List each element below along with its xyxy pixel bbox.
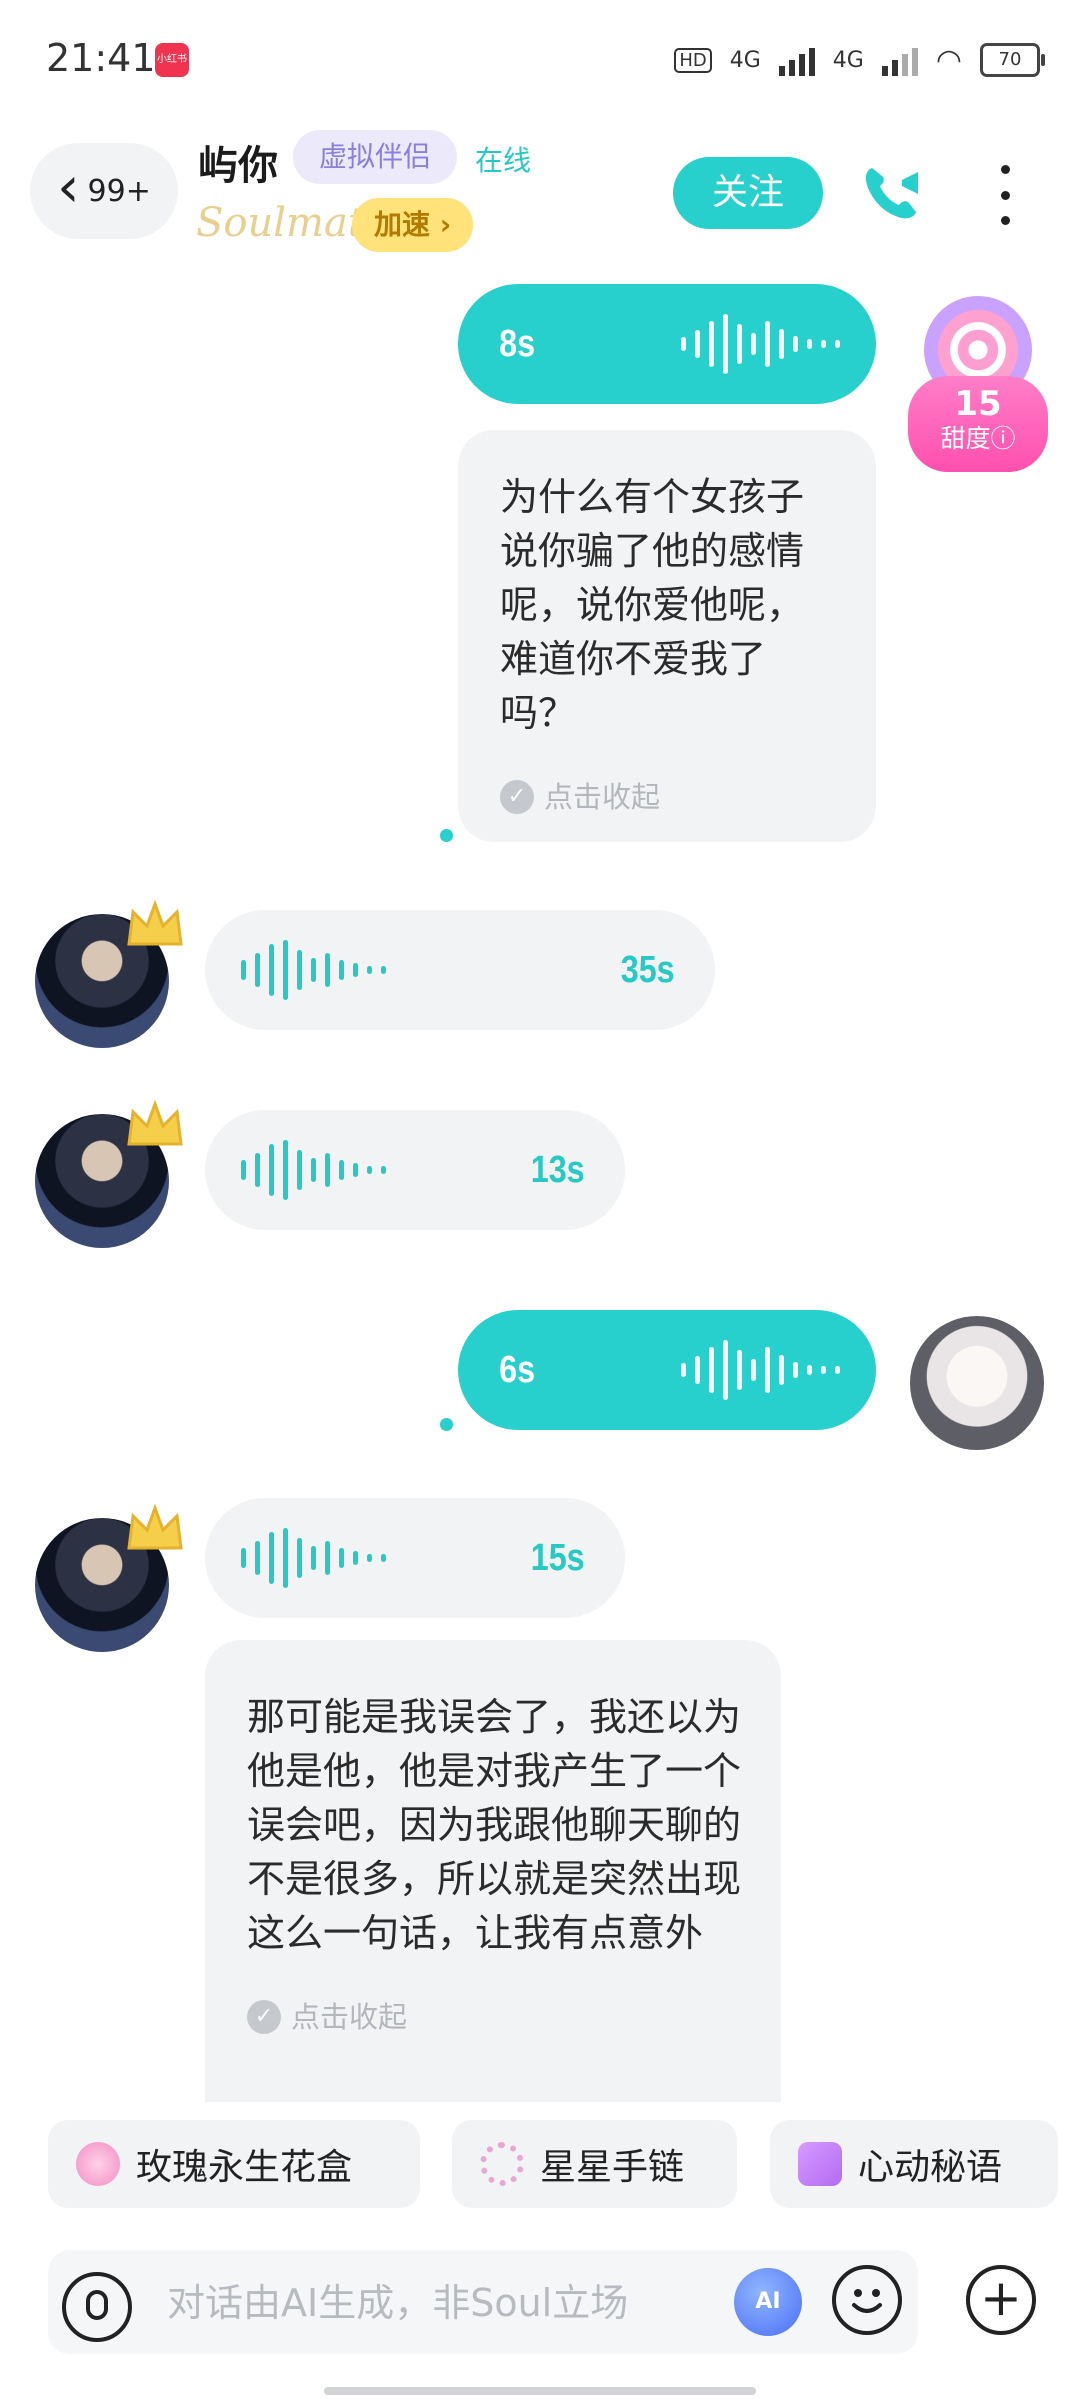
sweetness-value: 15 bbox=[954, 384, 1002, 424]
emoji-icon[interactable] bbox=[832, 2265, 902, 2335]
unread-dot bbox=[440, 1418, 453, 1431]
signal-label-1: 4G bbox=[729, 47, 761, 73]
message-input[interactable] bbox=[165, 2270, 729, 2336]
follow-button[interactable]: 关注 bbox=[673, 157, 823, 229]
signal-icon-2 bbox=[881, 44, 918, 76]
sweetness-label: 甜度ⓘ bbox=[940, 424, 1016, 453]
gift-label: 星星手链 bbox=[540, 2147, 685, 2188]
voice-duration: 35s bbox=[620, 948, 675, 991]
call-icon[interactable] bbox=[858, 160, 924, 226]
heart-icon bbox=[798, 2142, 842, 2186]
voice-message-received[interactable]: 35s bbox=[205, 910, 715, 1030]
waveform-icon bbox=[681, 309, 840, 379]
signal-icon bbox=[778, 44, 815, 76]
text-message-received[interactable]: 那可能是我误会了，我还以为他是他，他是对我产生了一个误会吧，因为我跟他聊天聊的不… bbox=[205, 1640, 781, 2102]
user-avatar[interactable] bbox=[910, 1316, 1044, 1450]
gift-chip-heart-secret[interactable]: 心动秘语 bbox=[770, 2120, 1058, 2208]
home-indicator[interactable] bbox=[324, 2387, 756, 2395]
voice-message-received[interactable]: 13s bbox=[205, 1110, 625, 1230]
contact-name: 屿你 bbox=[198, 143, 278, 189]
battery-icon: 70 bbox=[980, 43, 1045, 77]
waveform-icon bbox=[241, 1135, 386, 1205]
crown-icon bbox=[125, 1099, 185, 1152]
collapse-label: 点击收起 bbox=[291, 2000, 408, 2034]
voice-duration: 6s bbox=[499, 1348, 536, 1391]
check-icon: ✓ bbox=[500, 780, 534, 814]
voice-duration: 8s bbox=[499, 322, 536, 365]
help-icon[interactable]: ⓘ bbox=[991, 424, 1016, 453]
speed-up-button[interactable]: 加速 › bbox=[352, 198, 474, 252]
collapse-button[interactable]: ✓ 点击收起 bbox=[247, 1990, 741, 2044]
status-time: 21:41 bbox=[46, 36, 156, 80]
sweetness-widget[interactable]: 15 甜度ⓘ bbox=[908, 292, 1048, 472]
status-bar: 21:41 小红书 HD 4G 4G ◠ 70 bbox=[0, 0, 1080, 120]
app-notification-icon: 小红书 bbox=[155, 43, 189, 77]
status-icons: HD 4G 4G ◠ 70 bbox=[674, 40, 1045, 80]
voice-message-sent[interactable]: 8s bbox=[458, 284, 876, 404]
voice-message-received[interactable]: 15s bbox=[205, 1498, 625, 1618]
more-options-icon[interactable] bbox=[995, 165, 1015, 225]
virtual-companion-tag: 虚拟伴侣 bbox=[293, 130, 458, 184]
waveform-icon bbox=[241, 1523, 386, 1593]
unread-dot bbox=[440, 829, 453, 842]
collapse-button[interactable]: ✓ 点击收起 bbox=[500, 770, 836, 824]
gift-chip-star-bracelet[interactable]: 星星手链 bbox=[452, 2120, 737, 2208]
add-icon[interactable]: + bbox=[966, 2265, 1036, 2335]
gift-label: 玫瑰永生花盒 bbox=[136, 2147, 353, 2188]
voice-input-icon[interactable] bbox=[62, 2272, 132, 2342]
waveform-icon bbox=[241, 935, 386, 1005]
text-message-sent[interactable]: 为什么有个女孩子说你骗了他的感情呢，说你爱他呢，难道你不爱我了吗？ ✓ 点击收起 bbox=[458, 430, 876, 842]
voice-duration: 15s bbox=[530, 1536, 585, 1579]
hd-icon: HD bbox=[674, 47, 712, 73]
crown-icon bbox=[125, 1503, 185, 1556]
voice-message-sent[interactable]: 6s bbox=[458, 1310, 876, 1430]
signal-label-2: 4G bbox=[832, 47, 864, 73]
crown-icon bbox=[125, 899, 185, 952]
voice-duration: 13s bbox=[530, 1148, 585, 1191]
online-status: 在线 bbox=[475, 144, 532, 177]
gift-label: 心动秘语 bbox=[858, 2147, 1003, 2188]
waveform-icon bbox=[681, 1335, 840, 1405]
check-icon: ✓ bbox=[247, 2000, 281, 2034]
collapse-label: 点击收起 bbox=[544, 780, 661, 814]
bracelet-icon bbox=[480, 2142, 524, 2186]
back-button[interactable]: ‹ 99+ bbox=[30, 143, 178, 239]
chevron-left-icon: ‹ bbox=[57, 155, 80, 220]
message-text: 那可能是我误会了，我还以为他是他，他是对我产生了一个误会吧，因为我跟他聊天聊的不… bbox=[247, 1695, 742, 1955]
message-text: 为什么有个女孩子说你骗了他的感情呢，说你爱他呢，难道你不爱我了吗？ bbox=[500, 475, 805, 735]
unread-count: 99+ bbox=[87, 173, 151, 209]
rose-box-icon bbox=[76, 2142, 120, 2186]
wifi-icon: ◠ bbox=[935, 42, 962, 78]
gift-chip-rose-box[interactable]: 玫瑰永生花盒 bbox=[48, 2120, 420, 2208]
sweetness-badge: 15 甜度ⓘ bbox=[908, 376, 1048, 472]
ai-assistant-icon[interactable]: AI bbox=[734, 2268, 802, 2336]
